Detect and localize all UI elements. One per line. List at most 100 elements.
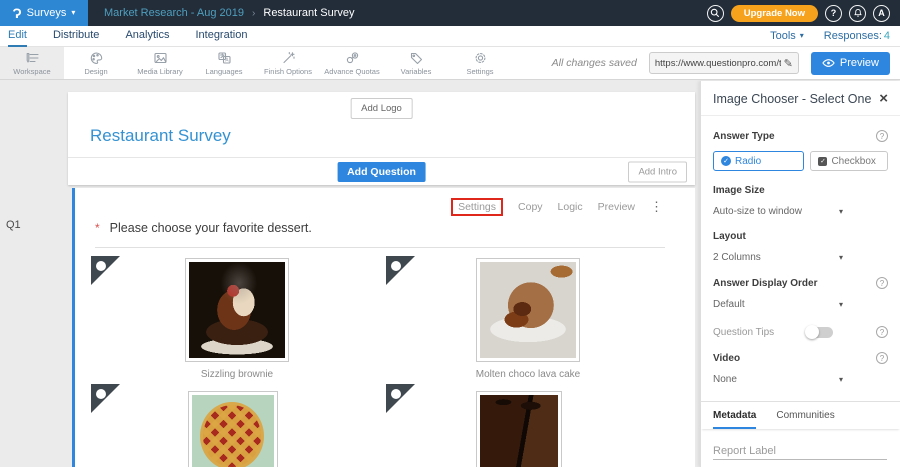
product-menu[interactable]: Ɂ Surveys ▾ — [0, 0, 88, 26]
finish-options-wand-icon — [281, 51, 296, 65]
help-icon[interactable]: ? — [876, 130, 888, 142]
media-library-icon — [153, 51, 168, 65]
question-block: Settings Copy Logic Preview ⋮ * Please c… — [72, 188, 695, 467]
question-preview-action[interactable]: Preview — [598, 201, 635, 213]
chevron-down-icon: ▾ — [71, 9, 75, 17]
tab-edit[interactable]: Edit — [8, 26, 27, 47]
video-label: Video — [713, 353, 740, 364]
eye-icon — [822, 58, 835, 68]
option-image-pie[interactable] — [188, 391, 278, 467]
add-intro-button[interactable]: Add Intro — [628, 161, 687, 182]
survey-title[interactable]: Restaurant Survey — [90, 126, 231, 146]
survey-url-input[interactable] — [655, 58, 781, 69]
search-button[interactable] — [707, 5, 724, 22]
layout-select[interactable]: 2 Columns ▾ — [713, 252, 843, 263]
responses-link[interactable]: Responses:4 — [824, 30, 890, 42]
sizzling-brownie-photo — [189, 262, 285, 358]
tab-communities[interactable]: Communities — [776, 402, 834, 429]
question-logic-action[interactable]: Logic — [558, 201, 583, 213]
tab-analytics[interactable]: Analytics — [125, 26, 169, 47]
notifications-button[interactable] — [849, 5, 866, 22]
chevron-down-icon: ▾ — [800, 32, 804, 40]
pie-lattice-art — [200, 402, 264, 467]
workspace-icon — [25, 51, 40, 65]
add-logo-button[interactable]: Add Logo — [350, 98, 413, 119]
edit-url-pencil-icon[interactable]: ✎ — [784, 57, 793, 70]
option-marker-icon[interactable] — [91, 256, 120, 285]
breadcrumb-current: Restaurant Survey — [263, 7, 354, 19]
answer-type-radio-button[interactable]: ✓ Radio — [713, 151, 804, 171]
option-marker-icon[interactable] — [91, 384, 120, 413]
survey-url-field[interactable]: ✎ — [649, 52, 799, 74]
questionpro-logo-icon: Ɂ — [13, 6, 22, 20]
option-marker-icon[interactable] — [386, 384, 415, 413]
breadcrumb-folder[interactable]: Market Research - Aug 2019 — [104, 7, 244, 19]
tools-menu[interactable]: Tools▾ — [770, 30, 804, 42]
tab-integration[interactable]: Integration — [195, 26, 247, 47]
tool-variables[interactable]: Variables — [384, 47, 448, 79]
video-select[interactable]: None ▾ — [713, 374, 843, 385]
answer-type-checkbox-button[interactable]: ✓ Checkbox — [810, 151, 888, 171]
option-marker-icon[interactable] — [386, 256, 415, 285]
option-image-sizzling-brownie[interactable] — [185, 258, 289, 362]
report-label-input[interactable] — [713, 443, 887, 460]
radio-selected-icon: ✓ — [721, 156, 731, 166]
layout-label: Layout — [713, 231, 746, 242]
tab-metadata[interactable]: Metadata — [713, 402, 756, 429]
question-number-label: Q1 — [6, 219, 21, 231]
required-marker: * — [95, 221, 100, 235]
question-tips-label: Question Tips — [713, 327, 793, 338]
tab-distribute[interactable]: Distribute — [53, 26, 99, 47]
question-settings-action[interactable]: Settings — [451, 198, 503, 216]
editor-toolbar: Workspace Design Media Library A Languag… — [0, 47, 900, 80]
question-text-row[interactable]: * Please choose your favorite dessert. — [95, 221, 665, 248]
image-size-select[interactable]: Auto-size to window ▾ — [713, 206, 843, 217]
close-icon[interactable]: × — [879, 91, 888, 106]
tool-settings[interactable]: Settings — [448, 47, 512, 79]
tool-languages[interactable]: A Languages — [192, 47, 256, 79]
advance-quotas-icon — [345, 51, 360, 65]
languages-icon: A — [217, 51, 232, 65]
panel-tab-bar: Metadata Communities — [701, 401, 900, 429]
question-action-bar: Settings Copy Logic Preview ⋮ — [451, 198, 663, 216]
answer-type-label: Answer Type — [713, 131, 775, 142]
help-button[interactable]: ? — [825, 5, 842, 22]
molten-lava-cake-photo — [480, 262, 576, 358]
help-icon[interactable]: ? — [876, 277, 888, 289]
upgrade-now-button[interactable]: Upgrade Now — [731, 5, 818, 22]
account-avatar[interactable]: A — [873, 5, 890, 22]
help-icon[interactable]: ? — [876, 326, 888, 338]
answer-display-order-label: Answer Display Order — [713, 278, 817, 289]
survey-card-footer: Add Question Add Intro — [68, 157, 695, 185]
breadcrumb-separator: › — [252, 8, 255, 19]
top-navigation-bar: Ɂ Surveys ▾ Market Research - Aug 2019 ›… — [0, 0, 900, 26]
search-icon — [710, 8, 720, 18]
tool-advance-quotas[interactable]: Advance Quotas — [320, 47, 384, 79]
chevron-down-icon: ▾ — [839, 254, 843, 262]
question-text[interactable]: Please choose your favorite dessert. — [110, 221, 312, 235]
answer-display-order-select[interactable]: Default ▾ — [713, 299, 843, 310]
panel-title: Image Chooser - Select One — [713, 92, 871, 106]
kebab-menu-icon[interactable]: ⋮ — [650, 199, 663, 215]
chevron-down-icon: ▾ — [839, 301, 843, 309]
option-image-chocolate-cake[interactable] — [476, 391, 562, 467]
option-image-molten-lava-cake[interactable] — [476, 258, 580, 362]
design-palette-icon — [89, 51, 104, 65]
chevron-down-icon: ▾ — [839, 208, 843, 216]
responses-count: 4 — [884, 30, 890, 42]
settings-gear-icon — [473, 51, 488, 65]
preview-button[interactable]: Preview — [811, 52, 890, 75]
tool-design[interactable]: Design — [64, 47, 128, 79]
tool-workspace[interactable]: Workspace — [0, 47, 64, 79]
tool-finish-options[interactable]: Finish Options — [256, 47, 320, 79]
help-icon[interactable]: ? — [876, 352, 888, 364]
variables-tag-icon — [409, 51, 424, 65]
section-tab-bar: Edit Distribute Analytics Integration To… — [0, 26, 900, 47]
question-tips-toggle[interactable] — [807, 327, 833, 338]
breadcrumb: Market Research - Aug 2019 › Restaurant … — [104, 7, 354, 19]
tool-media-library[interactable]: Media Library — [128, 47, 192, 79]
bell-icon — [853, 8, 863, 18]
question-copy-action[interactable]: Copy — [518, 201, 543, 213]
chevron-down-icon: ▾ — [839, 376, 843, 384]
add-question-button[interactable]: Add Question — [337, 162, 426, 182]
